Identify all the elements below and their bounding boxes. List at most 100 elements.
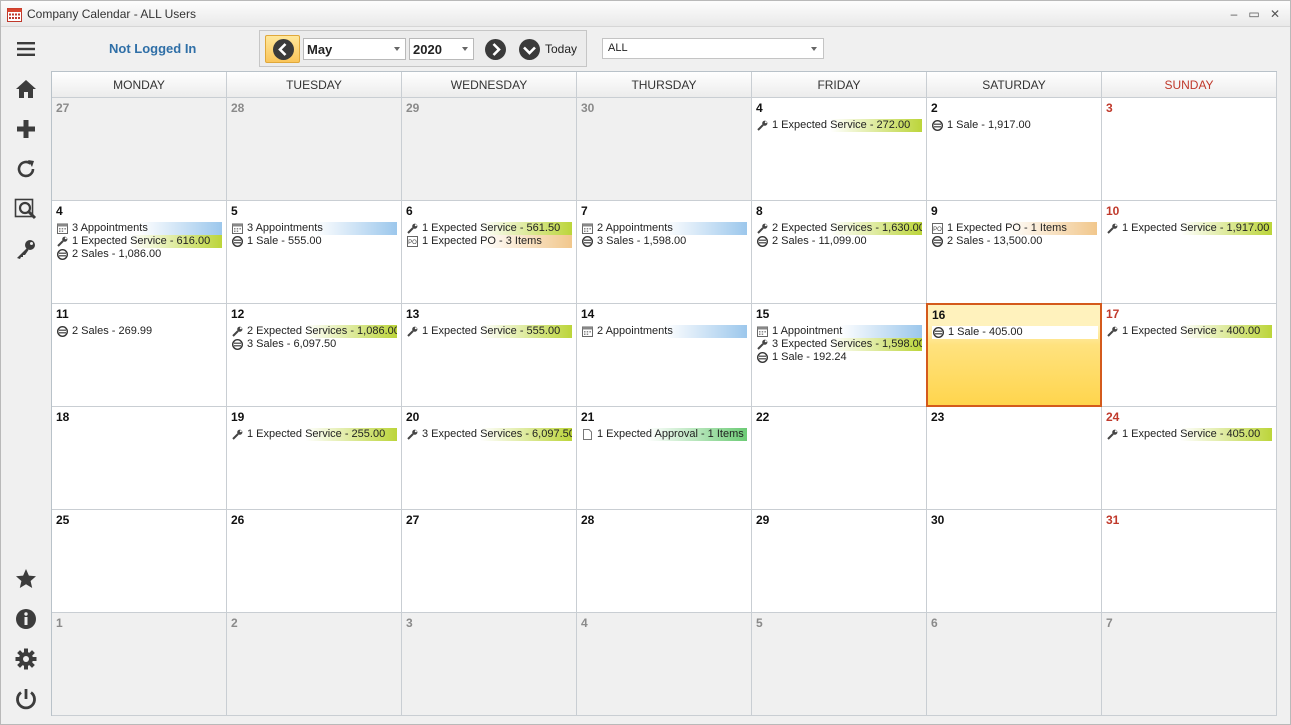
filter-value: ALL: [608, 42, 628, 54]
menu-button[interactable]: [14, 37, 42, 65]
day-cell[interactable]: 27: [402, 510, 577, 613]
power-button[interactable]: [14, 687, 42, 715]
event-label: 3 Sales - 6,097.50: [247, 338, 337, 350]
user-filter-select[interactable]: ALL: [602, 38, 824, 59]
calendar-event[interactable]: 1 Expected Service - 616.00: [56, 235, 222, 248]
day-cell[interactable]: 14 2 Appointments: [577, 304, 752, 407]
calendar-event[interactable]: 1 Expected Approval - 1 Items: [581, 428, 747, 441]
calendar-event[interactable]: 1 Expected Service - 400.00: [1106, 325, 1272, 338]
calendar-event[interactable]: PO 1 Expected PO - 3 Items: [406, 235, 572, 248]
calendar-event[interactable]: 2 Expected Services - 1,630.00: [756, 222, 922, 235]
refresh-icon: [17, 160, 35, 178]
calendar-event[interactable]: 1 Sale - 1,917.00: [931, 119, 1097, 132]
day-cell[interactable]: 27: [52, 98, 227, 201]
day-cell[interactable]: 3: [1102, 98, 1277, 201]
day-cell[interactable]: 20 3 Expected Services - 6,097.50: [402, 407, 577, 510]
day-cell[interactable]: 6: [927, 613, 1102, 716]
calendar-event[interactable]: 1 Sale - 192.24: [756, 351, 922, 364]
calendar-event[interactable]: 2 Sales - 1,086.00: [56, 248, 222, 261]
calendar-event[interactable]: 2 Sales - 13,500.00: [931, 235, 1097, 248]
calendar-event[interactable]: 2 Appointments: [581, 325, 747, 338]
calendar-event[interactable]: 1 Sale - 405.00: [932, 326, 1098, 339]
day-cell[interactable]: 17 1 Expected Service - 400.00: [1102, 304, 1277, 407]
day-cell[interactable]: 26: [227, 510, 402, 613]
home-button[interactable]: [14, 77, 42, 105]
calendar-event[interactable]: 3 Appointments: [56, 222, 222, 235]
maximize-button[interactable]: ▭: [1245, 5, 1263, 23]
calendar-event[interactable]: 3 Sales - 1,598.00: [581, 235, 747, 248]
previous-month-button[interactable]: [265, 35, 300, 63]
day-number: 25: [56, 513, 70, 527]
day-cell[interactable]: 23: [927, 407, 1102, 510]
calendar-event[interactable]: 1 Sale - 555.00: [231, 235, 397, 248]
day-cell[interactable]: 10 1 Expected Service - 1,917.00: [1102, 201, 1277, 304]
calendar-event[interactable]: 2 Expected Services - 1,086.00: [231, 325, 397, 338]
day-cell[interactable]: 28: [577, 510, 752, 613]
day-cell[interactable]: 24 1 Expected Service - 405.00: [1102, 407, 1277, 510]
add-button[interactable]: [14, 117, 42, 145]
day-cell[interactable]: 4 1 Expected Service - 272.00: [752, 98, 927, 201]
refresh-button[interactable]: [14, 157, 42, 185]
day-cell[interactable]: 29: [752, 510, 927, 613]
day-cell[interactable]: 13 1 Expected Service - 555.00: [402, 304, 577, 407]
calendar-event[interactable]: 1 Expected Service - 255.00: [231, 428, 397, 441]
calendar-event[interactable]: 2 Appointments: [581, 222, 747, 235]
day-cell[interactable]: 4 3 Appointments 1 Expected Service - 616.…: [52, 201, 227, 304]
day-cell[interactable]: 25: [52, 510, 227, 613]
key-button[interactable]: [14, 237, 42, 265]
day-cell[interactable]: 29: [402, 98, 577, 201]
day-cell[interactable]: 31: [1102, 510, 1277, 613]
day-cell[interactable]: 2 1 Sale - 1,917.00: [927, 98, 1102, 201]
day-cell[interactable]: 1: [52, 613, 227, 716]
calendar-event[interactable]: 1 Expected Service - 1,917.00: [1106, 222, 1272, 235]
day-cell[interactable]: 6 1 Expected Service - 561.50 PO 1 Expected…: [402, 201, 577, 304]
day-cell[interactable]: 30: [927, 510, 1102, 613]
day-cell[interactable]: 7 2 Appointments 3 Sales - 1,598.00: [577, 201, 752, 304]
calendar-event[interactable]: 1 Expected Service - 405.00: [1106, 428, 1272, 441]
day-cell[interactable]: 4: [577, 613, 752, 716]
next-month-button[interactable]: [485, 39, 506, 60]
info-button[interactable]: [14, 607, 42, 635]
day-cell[interactable]: 8 2 Expected Services - 1,630.00 2 Sales -…: [752, 201, 927, 304]
calendar-event[interactable]: 1 Expected Service - 272.00: [756, 119, 922, 132]
day-cell[interactable]: 18: [52, 407, 227, 510]
day-cell[interactable]: 5 3 Appointments 1 Sale - 555.00: [227, 201, 402, 304]
calendar-event[interactable]: 3 Sales - 6,097.50: [231, 338, 397, 351]
year-select[interactable]: 2020: [409, 38, 474, 60]
calendar-event[interactable]: 1 Expected Service - 561.50: [406, 222, 572, 235]
day-cell[interactable]: 22: [752, 407, 927, 510]
today-label[interactable]: Today: [545, 42, 577, 56]
favorites-button[interactable]: [14, 567, 42, 595]
settings-button[interactable]: [14, 647, 42, 675]
day-cell[interactable]: 12 2 Expected Services - 1,086.00 3 Sales …: [227, 304, 402, 407]
search-button[interactable]: [14, 197, 42, 225]
calendar-event[interactable]: 3 Expected Services - 1,598.00: [756, 338, 922, 351]
event-label: 1 Expected Service - 561.50: [422, 222, 561, 234]
day-cell[interactable]: 15 1 Appointment 3 Expected Services - 1,5…: [752, 304, 927, 407]
login-status[interactable]: Not Logged In: [109, 41, 196, 56]
day-cell[interactable]: 9 PO 1 Expected PO - 1 Items 2 Sales - 13,5…: [927, 201, 1102, 304]
close-button[interactable]: ✕: [1266, 5, 1284, 23]
sale-coin-icon: [932, 326, 945, 339]
minimize-button[interactable]: –: [1225, 5, 1243, 23]
day-cell[interactable]: 5: [752, 613, 927, 716]
day-cell[interactable]: 3: [402, 613, 577, 716]
calendar-event[interactable]: 2 Sales - 269.99: [56, 325, 222, 338]
day-cell[interactable]: 19 1 Expected Service - 255.00: [227, 407, 402, 510]
day-cell[interactable]: 11 2 Sales - 269.99: [52, 304, 227, 407]
calendar-event[interactable]: 1 Appointment: [756, 325, 922, 338]
today-button[interactable]: [519, 39, 540, 60]
day-cell[interactable]: 21 1 Expected Approval - 1 Items: [577, 407, 752, 510]
day-cell[interactable]: 2: [227, 613, 402, 716]
day-cell[interactable]: 28: [227, 98, 402, 201]
month-select[interactable]: May: [303, 38, 406, 60]
calendar-event[interactable]: 3 Expected Services - 6,097.50: [406, 428, 572, 441]
calendar-event[interactable]: 2 Sales - 11,099.00: [756, 235, 922, 248]
day-cell[interactable]: 7: [1102, 613, 1277, 716]
day-cell[interactable]: 30: [577, 98, 752, 201]
day-cell-today[interactable]: 16 1 Sale - 405.00: [926, 303, 1102, 407]
calendar-event[interactable]: PO 1 Expected PO - 1 Items: [931, 222, 1097, 235]
calendar-event[interactable]: 1 Expected Service - 555.00: [406, 325, 572, 338]
event-label: 1 Expected PO - 1 Items: [947, 222, 1067, 234]
calendar-event[interactable]: 3 Appointments: [231, 222, 397, 235]
